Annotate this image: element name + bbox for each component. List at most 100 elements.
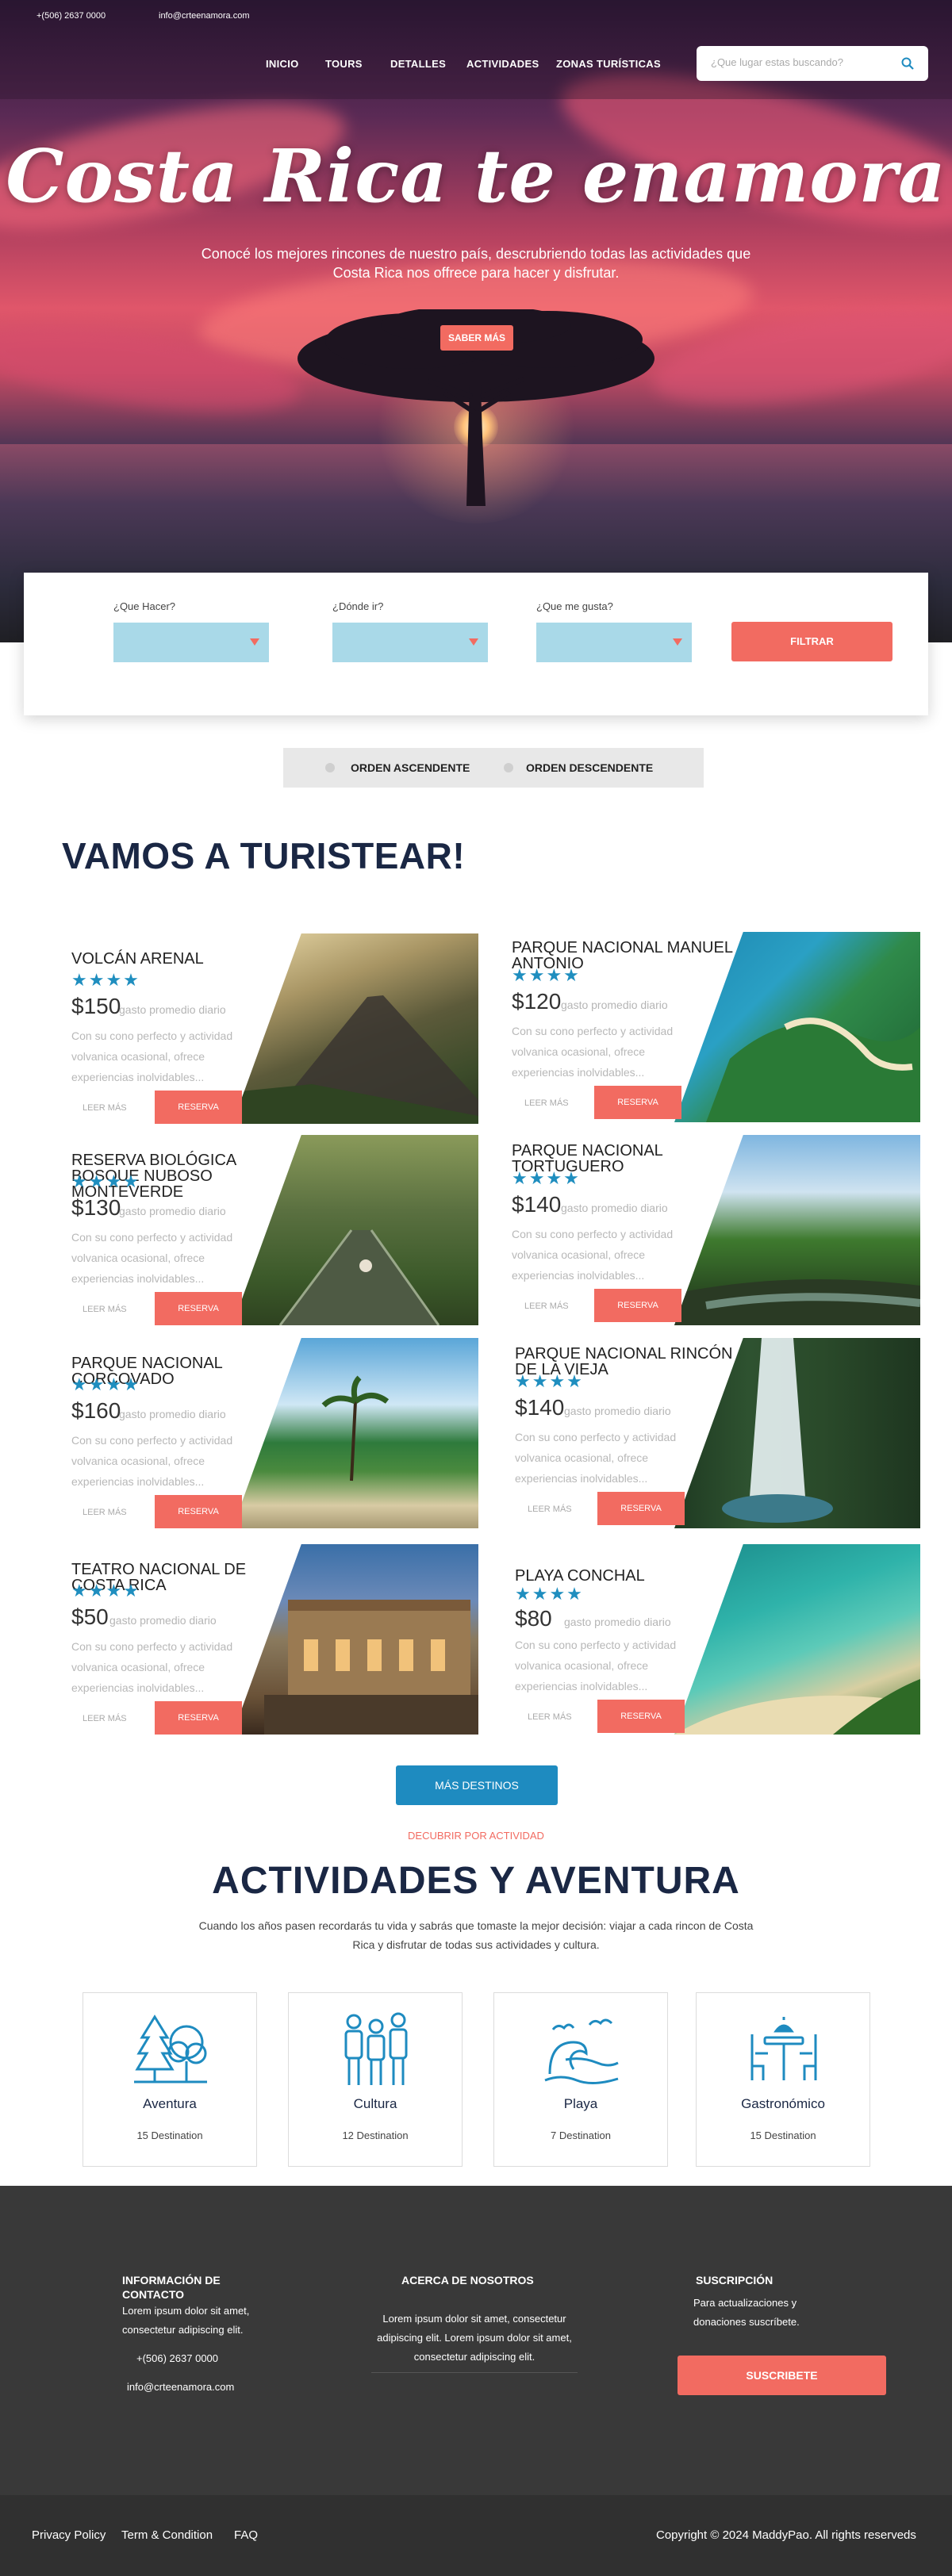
leer-mas-link[interactable]: LEER MÁS: [83, 1714, 127, 1723]
activity-count: 7 Destination: [551, 2129, 611, 2141]
activity-title: Gastronómico: [741, 2096, 825, 2111]
destination-price: $140: [512, 1192, 562, 1217]
activity-count: 12 Destination: [342, 2129, 409, 2141]
star-rating: ★★★★: [71, 1374, 140, 1394]
dining-table-icon: [750, 2017, 817, 2080]
price-caption: gasto promedio diario: [564, 1616, 671, 1628]
terms-link[interactable]: Term & Condition: [121, 2528, 213, 2542]
destination-card: PLAYA CONCHAL ★★★★ $80 gasto promedio di…: [504, 1544, 920, 1735]
nav-tours[interactable]: TOURS: [325, 58, 363, 70]
activity-card-cultura[interactable]: Cultura 12 Destination: [288, 1992, 463, 2167]
activity-title: Cultura: [353, 2096, 397, 2111]
destination-description: Con su cono perfecto y actividad volvani…: [512, 1228, 674, 1282]
filter-label-que-hacer: ¿Que Hacer?: [113, 600, 176, 612]
leer-mas-link[interactable]: LEER MÁS: [83, 1305, 127, 1314]
footer-subs-title: SUSCRIPCIÓN: [696, 2274, 774, 2287]
select-que-hacer[interactable]: [113, 623, 269, 662]
hero-title: Costa Rica te enamora: [6, 133, 946, 219]
price-caption: gasto promedio diario: [564, 1405, 671, 1417]
order-toggle: ORDEN ASCENDENTE ORDEN DESCENDENTE: [283, 748, 704, 788]
reserva-button[interactable]: RESERVA: [155, 1495, 242, 1528]
saber-mas-button[interactable]: SABER MÁS: [440, 325, 513, 351]
activities-intro: Cuando los años pasen recordarás tu vida…: [198, 1919, 754, 1951]
reserva-button[interactable]: RESERVA: [594, 1289, 681, 1322]
destination-price: $130: [71, 1195, 121, 1220]
leer-mas-link[interactable]: LEER MÁS: [528, 1712, 572, 1722]
destination-card: PARQUE NACIONAL CORCOVADO ★★★★ $160 gast…: [62, 1338, 478, 1528]
reserva-button[interactable]: RESERVA: [155, 1091, 242, 1124]
footer-about-title: ACERCA DE NOSOTROS: [401, 2274, 534, 2287]
footer-subs-text: Para actualizaciones y donaciones suscrí…: [693, 2297, 800, 2328]
forest-icon: [134, 2014, 207, 2083]
search-input[interactable]: ¿Que lugar estas buscando?: [697, 46, 928, 81]
select-donde-ir[interactable]: [332, 623, 488, 662]
reserva-button[interactable]: RESERVA: [594, 1086, 681, 1119]
destination-card: PARQUE NACIONAL MANUEL ANTONIO ★★★★ $120…: [504, 932, 920, 1122]
radio-descendente[interactable]: [504, 763, 513, 772]
nav-inicio[interactable]: INICIO: [266, 58, 299, 70]
top-email[interactable]: info@crteenamora.com: [159, 11, 250, 21]
price-caption: gasto promedio diario: [561, 999, 668, 1011]
filter-panel: ¿Que Hacer? ¿Dónde ir? ¿Que me gusta? FI…: [24, 573, 928, 715]
leer-mas-link[interactable]: LEER MÁS: [83, 1103, 127, 1113]
activity-title: Playa: [563, 2096, 598, 2111]
leer-mas-link[interactable]: LEER MÁS: [524, 1301, 569, 1311]
destination-description: Con su cono perfecto y actividad volvani…: [515, 1431, 677, 1485]
leer-mas-link[interactable]: LEER MÁS: [528, 1505, 572, 1514]
star-rating: ★★★★: [71, 1581, 140, 1600]
activities-eyebrow: DECUBRIR POR ACTIVIDAD: [408, 1830, 544, 1842]
filter-label-donde-ir: ¿Dónde ir?: [332, 600, 384, 612]
destination-price: $50: [71, 1604, 109, 1629]
activity-card-playa[interactable]: Playa 7 Destination: [493, 1992, 668, 2167]
footer-email[interactable]: info@crteenamora.com: [127, 2378, 234, 2397]
star-rating: ★★★★: [515, 1584, 584, 1604]
mas-destinos-button[interactable]: MÁS DESTINOS: [396, 1765, 558, 1805]
activities-title: ACTIVIDADES Y AVENTURA: [212, 1860, 740, 1902]
caret-down-icon: [673, 638, 682, 646]
people-icon: [344, 2012, 408, 2085]
price-caption: gasto promedio diario: [119, 1205, 226, 1217]
select-que-gusta[interactable]: [536, 623, 692, 662]
price-caption: gasto promedio diario: [109, 1614, 217, 1627]
radio-ascendente[interactable]: [325, 763, 335, 772]
section-title: VAMOS A TURISTEAR!: [62, 835, 466, 876]
destination-card: TEATRO NACIONAL DE COSTA RICA ★★★★ $50 g…: [62, 1544, 478, 1735]
leer-mas-link[interactable]: LEER MÁS: [524, 1098, 569, 1108]
destination-description: Con su cono perfecto y actividad volvani…: [515, 1639, 677, 1692]
caret-down-icon: [469, 638, 478, 646]
filter-label-que-gusta: ¿Que me gusta?: [536, 600, 613, 612]
activity-count: 15 Destination: [136, 2129, 203, 2141]
destination-price: $120: [512, 989, 562, 1014]
destination-card: PARQUE NACIONAL TORTUGUERO ★★★★ $140 gas…: [504, 1135, 920, 1325]
search-icon[interactable]: [901, 57, 914, 70]
destination-card: RESERVA BIOLÓGICA BOSQUE NUBOSO MONTEVER…: [62, 1135, 478, 1325]
destination-description: Con su cono perfecto y actividad volvani…: [71, 1434, 233, 1488]
price-caption: gasto promedio diario: [119, 1408, 226, 1420]
star-rating: ★★★★: [512, 1168, 581, 1188]
caret-down-icon: [250, 638, 259, 646]
orden-descendente[interactable]: ORDEN DESCENDENTE: [526, 748, 653, 788]
orden-ascendente[interactable]: ORDEN ASCENDENTE: [351, 748, 470, 788]
suscribete-button[interactable]: SUSCRIBETE: [678, 2356, 886, 2395]
destination-price: $160: [71, 1398, 121, 1423]
faq-link[interactable]: FAQ: [234, 2528, 258, 2542]
reserva-button[interactable]: RESERVA: [597, 1700, 685, 1733]
filtrar-button[interactable]: FILTRAR: [731, 622, 892, 661]
beach-wave-icon: [544, 2018, 619, 2084]
nav-zonas-turisticas[interactable]: ZONAS TURÍSTICAS: [556, 58, 661, 70]
privacy-policy-link[interactable]: Privacy Policy: [32, 2528, 106, 2542]
top-phone: +(506) 2637 0000: [36, 11, 106, 21]
activity-count: 15 Destination: [750, 2129, 816, 2141]
activity-card-aventura[interactable]: Aventura 15 Destination: [83, 1992, 257, 2167]
destination-card: VOLCÁN ARENAL ★★★★ $150 gasto promedio d…: [62, 933, 478, 1124]
reserva-button[interactable]: RESERVA: [155, 1701, 242, 1735]
reserva-button[interactable]: RESERVA: [155, 1292, 242, 1325]
nav-detalles[interactable]: DETALLES: [390, 58, 446, 70]
activity-card-gastronomico[interactable]: Gastronómico 15 Destination: [696, 1992, 870, 2167]
star-rating: ★★★★: [512, 965, 581, 985]
destination-name: VOLCÁN ARENAL: [71, 950, 204, 968]
leer-mas-link[interactable]: LEER MÁS: [83, 1508, 127, 1517]
reserva-button[interactable]: RESERVA: [597, 1492, 685, 1525]
nav-actividades[interactable]: ACTIVIDADES: [466, 58, 539, 70]
footer-about-text: Lorem ipsum dolor sit amet, consectetur …: [377, 2313, 572, 2363]
